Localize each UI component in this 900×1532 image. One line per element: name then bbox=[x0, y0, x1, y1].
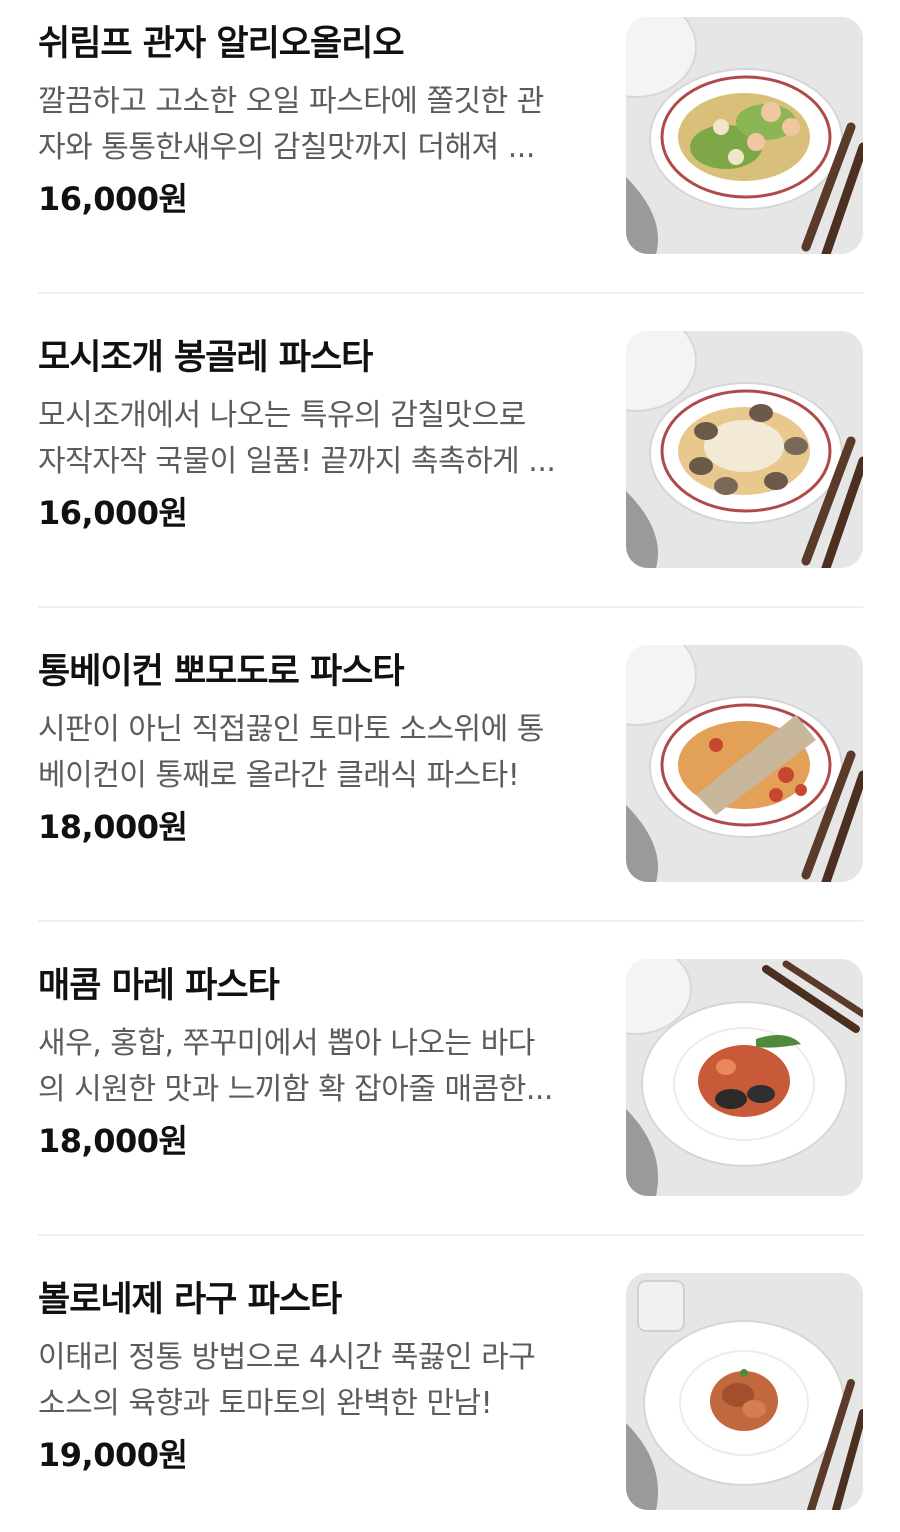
menu-item-bolognese-ragu[interactable]: 볼로네제 라구 파스타 이태리 정통 방법으로 4시간 푹끓인 라구 소스의 육… bbox=[0, 1256, 900, 1516]
menu-item-price: 16,000원 bbox=[38, 180, 188, 218]
menu-item-text: 볼로네제 라구 파스타 이태리 정통 방법으로 4시간 푹끓인 라구 소스의 육… bbox=[38, 1278, 588, 1477]
menu-item-price: 18,000원 bbox=[38, 1122, 188, 1160]
menu-item-description: 깔끔하고 고소한 오일 파스타에 쫄깃한 관 자와 통통한새우의 감칠맛까지 더… bbox=[38, 79, 588, 171]
spicy-mare-pasta-photo[interactable] bbox=[626, 959, 863, 1196]
menu-item-spicy-mare[interactable]: 매콤 마레 파스타 새우, 홍합, 쭈꾸미에서 뽑아 나오는 바다 의 시원한 … bbox=[0, 942, 900, 1202]
menu-item-description-line: 베이컨이 통째로 올라간 클래식 파스타! bbox=[38, 758, 520, 793]
menu-item-description-line: 소스의 육향과 토마토의 완벽한 만남! bbox=[38, 1386, 493, 1421]
menu-item-description-line: 시판이 아닌 직접끓인 토마토 소스위에 통 bbox=[38, 712, 544, 747]
menu-item-price: 18,000원 bbox=[38, 808, 188, 846]
menu-item-description: 시판이 아닌 직접끓인 토마토 소스위에 통 베이컨이 통째로 올라간 클래식 … bbox=[38, 707, 588, 799]
menu-item-price: 19,000원 bbox=[38, 1436, 188, 1474]
menu-item-description: 이태리 정통 방법으로 4시간 푹끓인 라구 소스의 육향과 토마토의 완벽한 … bbox=[38, 1335, 588, 1427]
menu-item-description-line: 자작자작 국물이 일품! 끝까지 촉촉하게 ... bbox=[38, 444, 556, 479]
menu-item-text: 매콤 마레 파스타 새우, 홍합, 쭈꾸미에서 뽑아 나오는 바다 의 시원한 … bbox=[38, 964, 588, 1163]
menu-item-text: 통베이컨 뽀모도로 파스타 시판이 아닌 직접끓인 토마토 소스위에 통 베이컨… bbox=[38, 650, 588, 849]
menu-item-description-line: 이태리 정통 방법으로 4시간 푹끓인 라구 bbox=[38, 1340, 536, 1375]
menu-list: 쉬림프 관자 알리오올리오 깔끔하고 고소한 오일 파스타에 쫄깃한 관 자와 … bbox=[0, 0, 900, 1532]
bacon-pomodoro-pasta-photo[interactable] bbox=[626, 645, 863, 882]
menu-item-name: 쉬림프 관자 알리오올리오 bbox=[38, 24, 405, 64]
menu-item-description-line: 깔끔하고 고소한 오일 파스타에 쫄깃한 관 bbox=[38, 84, 544, 119]
menu-item-clam-vongole[interactable]: 모시조개 봉골레 파스타 모시조개에서 나오는 특유의 감칠맛으로 자작자작 국… bbox=[0, 314, 900, 574]
menu-item-text: 모시조개 봉골레 파스타 모시조개에서 나오는 특유의 감칠맛으로 자작자작 국… bbox=[38, 336, 588, 535]
shrimp-scallop-aglio-olio-photo[interactable] bbox=[626, 17, 863, 254]
menu-item-name: 볼로네제 라구 파스타 bbox=[38, 1280, 342, 1320]
menu-item-description-line: 새우, 홍합, 쭈꾸미에서 뽑아 나오는 바다 bbox=[38, 1026, 535, 1061]
divider bbox=[38, 606, 863, 608]
menu-item-text: 쉬림프 관자 알리오올리오 깔끔하고 고소한 오일 파스타에 쫄깃한 관 자와 … bbox=[38, 22, 588, 221]
menu-item-description: 새우, 홍합, 쭈꾸미에서 뽑아 나오는 바다 의 시원한 맛과 느끼함 확 잡… bbox=[38, 1021, 588, 1113]
menu-item-description-line: 의 시원한 맛과 느끼함 확 잡아줄 매콤한... bbox=[38, 1072, 553, 1107]
menu-item-name: 통베이컨 뽀모도로 파스타 bbox=[38, 652, 405, 692]
menu-item-name: 모시조개 봉골레 파스타 bbox=[38, 338, 373, 378]
menu-item-price: 16,000원 bbox=[38, 494, 188, 532]
menu-item-shrimp-aglio-olio[interactable]: 쉬림프 관자 알리오올리오 깔끔하고 고소한 오일 파스타에 쫄깃한 관 자와 … bbox=[0, 0, 900, 260]
bolognese-ragu-pasta-photo[interactable] bbox=[626, 1273, 863, 1510]
divider bbox=[38, 292, 863, 294]
menu-item-description-line: 모시조개에서 나오는 특유의 감칠맛으로 bbox=[38, 398, 526, 433]
menu-item-description-line: 자와 통통한새우의 감칠맛까지 더해져 ... bbox=[38, 130, 535, 165]
menu-item-bacon-pomodoro[interactable]: 통베이컨 뽀모도로 파스타 시판이 아닌 직접끓인 토마토 소스위에 통 베이컨… bbox=[0, 628, 900, 888]
menu-item-name: 매콤 마레 파스타 bbox=[38, 966, 280, 1006]
divider bbox=[38, 1234, 863, 1236]
menu-item-description: 모시조개에서 나오는 특유의 감칠맛으로 자작자작 국물이 일품! 끝까지 촉촉… bbox=[38, 393, 588, 485]
divider bbox=[38, 920, 863, 922]
clam-vongole-pasta-photo[interactable] bbox=[626, 331, 863, 568]
